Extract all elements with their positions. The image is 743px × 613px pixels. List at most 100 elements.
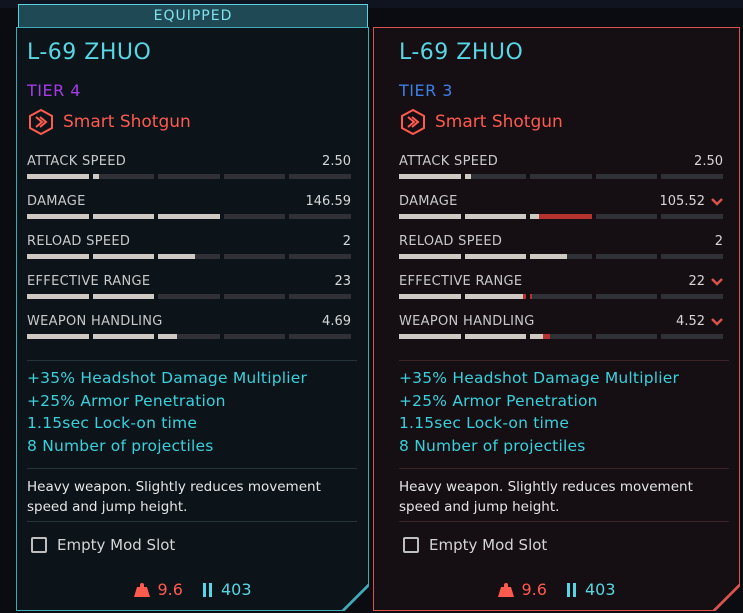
stat-bar	[399, 254, 723, 259]
stat-bar-segment	[27, 334, 89, 339]
stat-bar-segment	[464, 174, 527, 179]
stat-bar-fill	[399, 254, 461, 259]
stat-bar-segment	[223, 294, 286, 299]
stat-label: EFFECTIVE RANGE	[399, 274, 523, 289]
ammo-value: 403	[584, 580, 616, 599]
stat-bar-segment	[289, 294, 351, 299]
stat-bar-fill	[464, 214, 527, 219]
weight-value: 9.6	[157, 580, 183, 599]
stat-bar-segment	[464, 254, 527, 259]
smart-weapon-icon	[29, 108, 53, 136]
stat-bar-segment	[661, 294, 723, 299]
weapon-name: L-69 ZHUO	[399, 40, 524, 65]
stat-bar-fill	[92, 174, 99, 179]
stat-bar-segment	[27, 254, 89, 259]
stat-bar-loss	[530, 294, 532, 299]
ammo-icon	[202, 582, 212, 597]
weapon-footer: 9.6 403	[374, 580, 739, 599]
stat-bar	[27, 214, 351, 219]
weapon-description: Heavy weapon. Slightly reduces movement …	[399, 479, 693, 515]
bonus-line: +25% Armor Penetration	[399, 392, 598, 410]
stat-bar-fill	[27, 254, 89, 259]
stat-label: ATTACK SPEED	[399, 154, 499, 169]
stat-bar-fill	[399, 214, 461, 219]
stat-bar-fill	[530, 254, 568, 259]
weapon-type-label: Smart Shotgun	[63, 112, 191, 132]
stat-row: EFFECTIVE RANGE 22	[399, 274, 723, 306]
stat-label: WEAPON HANDLING	[399, 314, 535, 329]
stat-bar	[27, 254, 351, 259]
stat-bar-segment	[661, 174, 723, 179]
stat-label: ATTACK SPEED	[27, 154, 127, 169]
stat-bar-fill	[464, 334, 527, 339]
stat-bar-segment	[595, 214, 658, 219]
stat-value: 4.52	[676, 314, 705, 329]
stat-bar-loss	[542, 334, 551, 339]
stat-bar-fill	[92, 254, 155, 259]
weapon-type: Smart Shotgun	[27, 108, 191, 136]
stat-bar-fill	[464, 174, 471, 179]
ammo-stat: 403	[202, 580, 252, 599]
stat-bar-fill	[464, 294, 524, 299]
stat-bar-segment	[92, 174, 155, 179]
stat-bar-segment	[464, 214, 527, 219]
stat-row: WEAPON HANDLING 4.52	[399, 314, 723, 346]
ammo-value: 403	[220, 580, 252, 599]
stat-label: RELOAD SPEED	[27, 234, 131, 249]
stat-bar-segment	[223, 174, 286, 179]
stat-bar-segment	[595, 334, 658, 339]
mod-slot-checkbox[interactable]	[31, 537, 47, 553]
stat-bar-segment	[223, 334, 286, 339]
stat-bar-segment	[289, 334, 351, 339]
stat-row: ATTACK SPEED 2.50	[399, 154, 723, 186]
mod-slot[interactable]: Empty Mod Slot	[403, 536, 547, 554]
stat-label: DAMAGE	[27, 194, 86, 209]
stat-bar-segment	[530, 334, 592, 339]
stat-value: 105.52	[659, 194, 706, 209]
stat-bar-segment	[158, 294, 220, 299]
stat-row: EFFECTIVE RANGE 23	[27, 274, 351, 306]
stat-bar-segment	[595, 174, 658, 179]
stat-bar-segment	[661, 334, 723, 339]
stat-bar-segment	[158, 334, 220, 339]
stat-value: 2.50	[322, 154, 351, 169]
stat-value: 2	[714, 234, 723, 249]
stat-bar-fill	[399, 174, 461, 179]
stat-bar	[27, 174, 351, 179]
mod-slot-checkbox[interactable]	[403, 537, 419, 553]
stat-bar-segment	[530, 174, 592, 179]
stat-bar-segment	[399, 334, 461, 339]
stat-label: DAMAGE	[399, 194, 458, 209]
stat-bar-segment	[223, 254, 286, 259]
stat-bar-segment	[399, 294, 461, 299]
mod-slot[interactable]: Empty Mod Slot	[31, 536, 175, 554]
bonus-line: +35% Headshot Damage Multiplier	[399, 369, 680, 387]
stat-bar	[27, 294, 351, 299]
stat-bar-segment	[661, 254, 723, 259]
weapon-tier: TIER 3	[399, 81, 453, 100]
stat-label: RELOAD SPEED	[399, 234, 503, 249]
ammo-stat: 403	[566, 580, 616, 599]
stat-bar-segment	[464, 334, 527, 339]
stat-bar-fill	[92, 214, 155, 219]
stat-bar-segment	[27, 174, 89, 179]
stat-bar-segment	[27, 214, 89, 219]
stat-bar-fill	[530, 334, 543, 339]
stat-bar-fill	[399, 294, 461, 299]
stat-bar-fill	[92, 334, 155, 339]
stat-bar-fill	[158, 214, 220, 219]
stat-value: 22	[688, 274, 705, 289]
bonus-line: 1.15sec Lock-on time	[399, 414, 570, 432]
stat-row: ATTACK SPEED 2.50	[27, 154, 351, 186]
stat-row: WEAPON HANDLING 4.69	[27, 314, 351, 346]
stat-bar-fill	[464, 254, 527, 259]
stat-bar-fill	[399, 334, 461, 339]
stat-bar-fill	[27, 334, 89, 339]
stat-bar-segment	[464, 294, 527, 299]
stat-bar-segment	[661, 214, 723, 219]
bonus-line: +35% Headshot Damage Multiplier	[27, 369, 308, 387]
weight-icon	[133, 582, 150, 597]
stat-bar-segment	[289, 174, 351, 179]
stat-bar-segment	[399, 254, 461, 259]
weapon-type: Smart Shotgun	[399, 108, 563, 136]
